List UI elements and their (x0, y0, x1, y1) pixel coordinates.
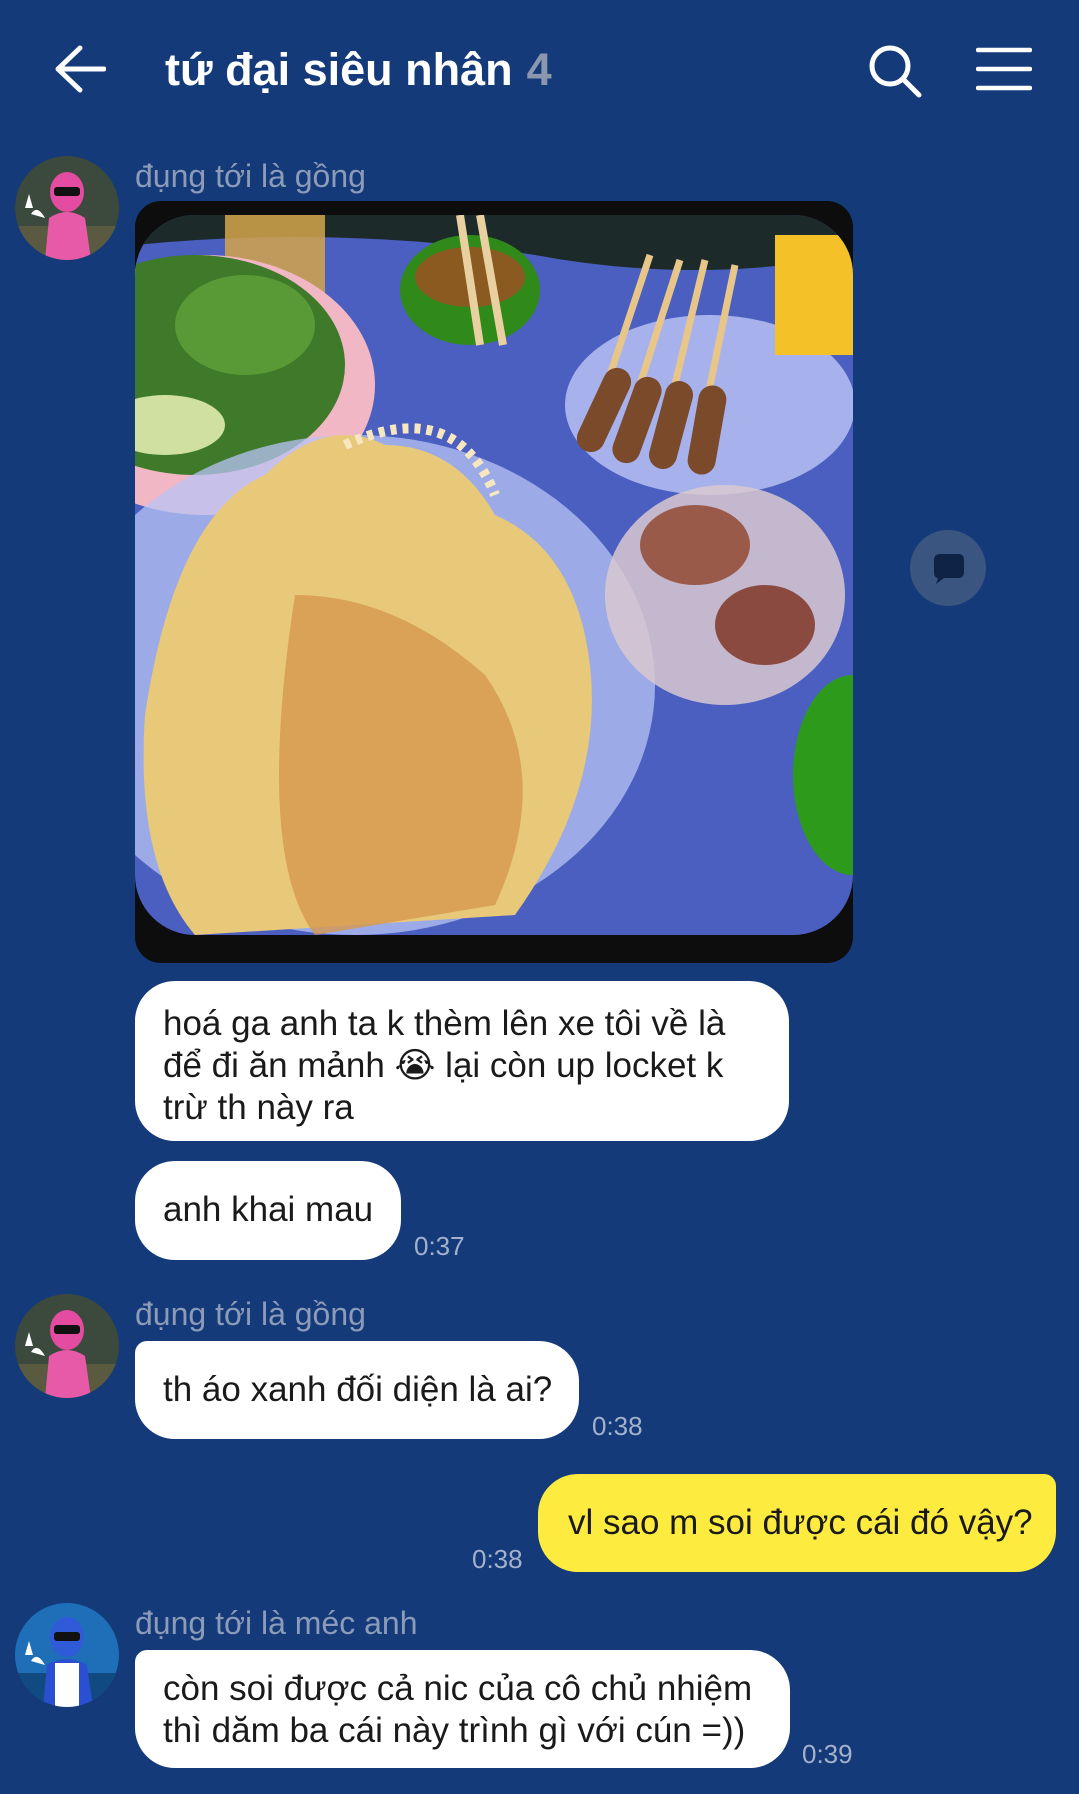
message-text-line: để đi ăn mảnh 😭 lại còn up locket k (163, 1046, 724, 1085)
share-button[interactable] (910, 530, 986, 606)
sender-name: đụng tới là gồng (135, 158, 366, 194)
arrow-left-icon[interactable] (52, 44, 106, 94)
banh-xeo-food-photo (135, 215, 853, 935)
sender-name: đụng tới là gồng (135, 1296, 366, 1332)
message-time: 0:38 (472, 1544, 523, 1574)
message-bubble[interactable]: anh khai mau (135, 1161, 401, 1260)
message-bubble[interactable]: hoá ga anh ta k thèm lên xe tôi về là để… (135, 981, 789, 1141)
blue-ranger-avatar-icon (15, 1603, 119, 1707)
search-icon[interactable] (868, 44, 922, 98)
avatar-pink-ranger[interactable] (15, 1294, 119, 1398)
message-text-line: còn soi được cả nic của cô chủ nhiệm (163, 1669, 753, 1708)
pink-ranger-avatar-icon (15, 1294, 119, 1398)
member-count: 4 (526, 44, 552, 95)
message-bubble[interactable]: th áo xanh đối diện là ai? (135, 1341, 579, 1439)
message-text: anh khai mau (163, 1190, 374, 1229)
chat-title[interactable]: tứ đại siêu nhân 4 (165, 44, 552, 96)
message-bubble[interactable]: còn soi được cả nic của cô chủ nhiệm thì… (135, 1650, 790, 1768)
message-text: th áo xanh đối diện là ai? (163, 1370, 553, 1409)
message-text-line: trừ th này ra (163, 1088, 354, 1127)
pink-ranger-avatar-icon (15, 156, 119, 260)
chat-header: tứ đại siêu nhân 4 (0, 0, 1079, 140)
message-time: 0:38 (592, 1411, 643, 1441)
message-text-line: thì dăm ba cái này trình gì với cún =)) (163, 1711, 746, 1750)
message-time: 0:39 (802, 1739, 853, 1769)
group-name: tứ đại siêu nhân (165, 44, 513, 95)
hamburger-menu-icon[interactable] (976, 46, 1032, 92)
message-text-line: hoá ga anh ta k thèm lên xe tôi về là (163, 1004, 726, 1043)
image-message[interactable] (135, 215, 853, 935)
avatar-pink-ranger[interactable] (15, 156, 119, 260)
message-text: vl sao m soi được cái đó vậy? (568, 1503, 1033, 1542)
avatar-blue-ranger[interactable] (15, 1603, 119, 1707)
message-time: 0:37 (414, 1231, 465, 1261)
chat-bubble-icon (934, 554, 964, 584)
sender-name: đụng tới là méc anh (135, 1605, 418, 1641)
message-bubble-outgoing[interactable]: vl sao m soi được cái đó vậy? (538, 1474, 1056, 1572)
